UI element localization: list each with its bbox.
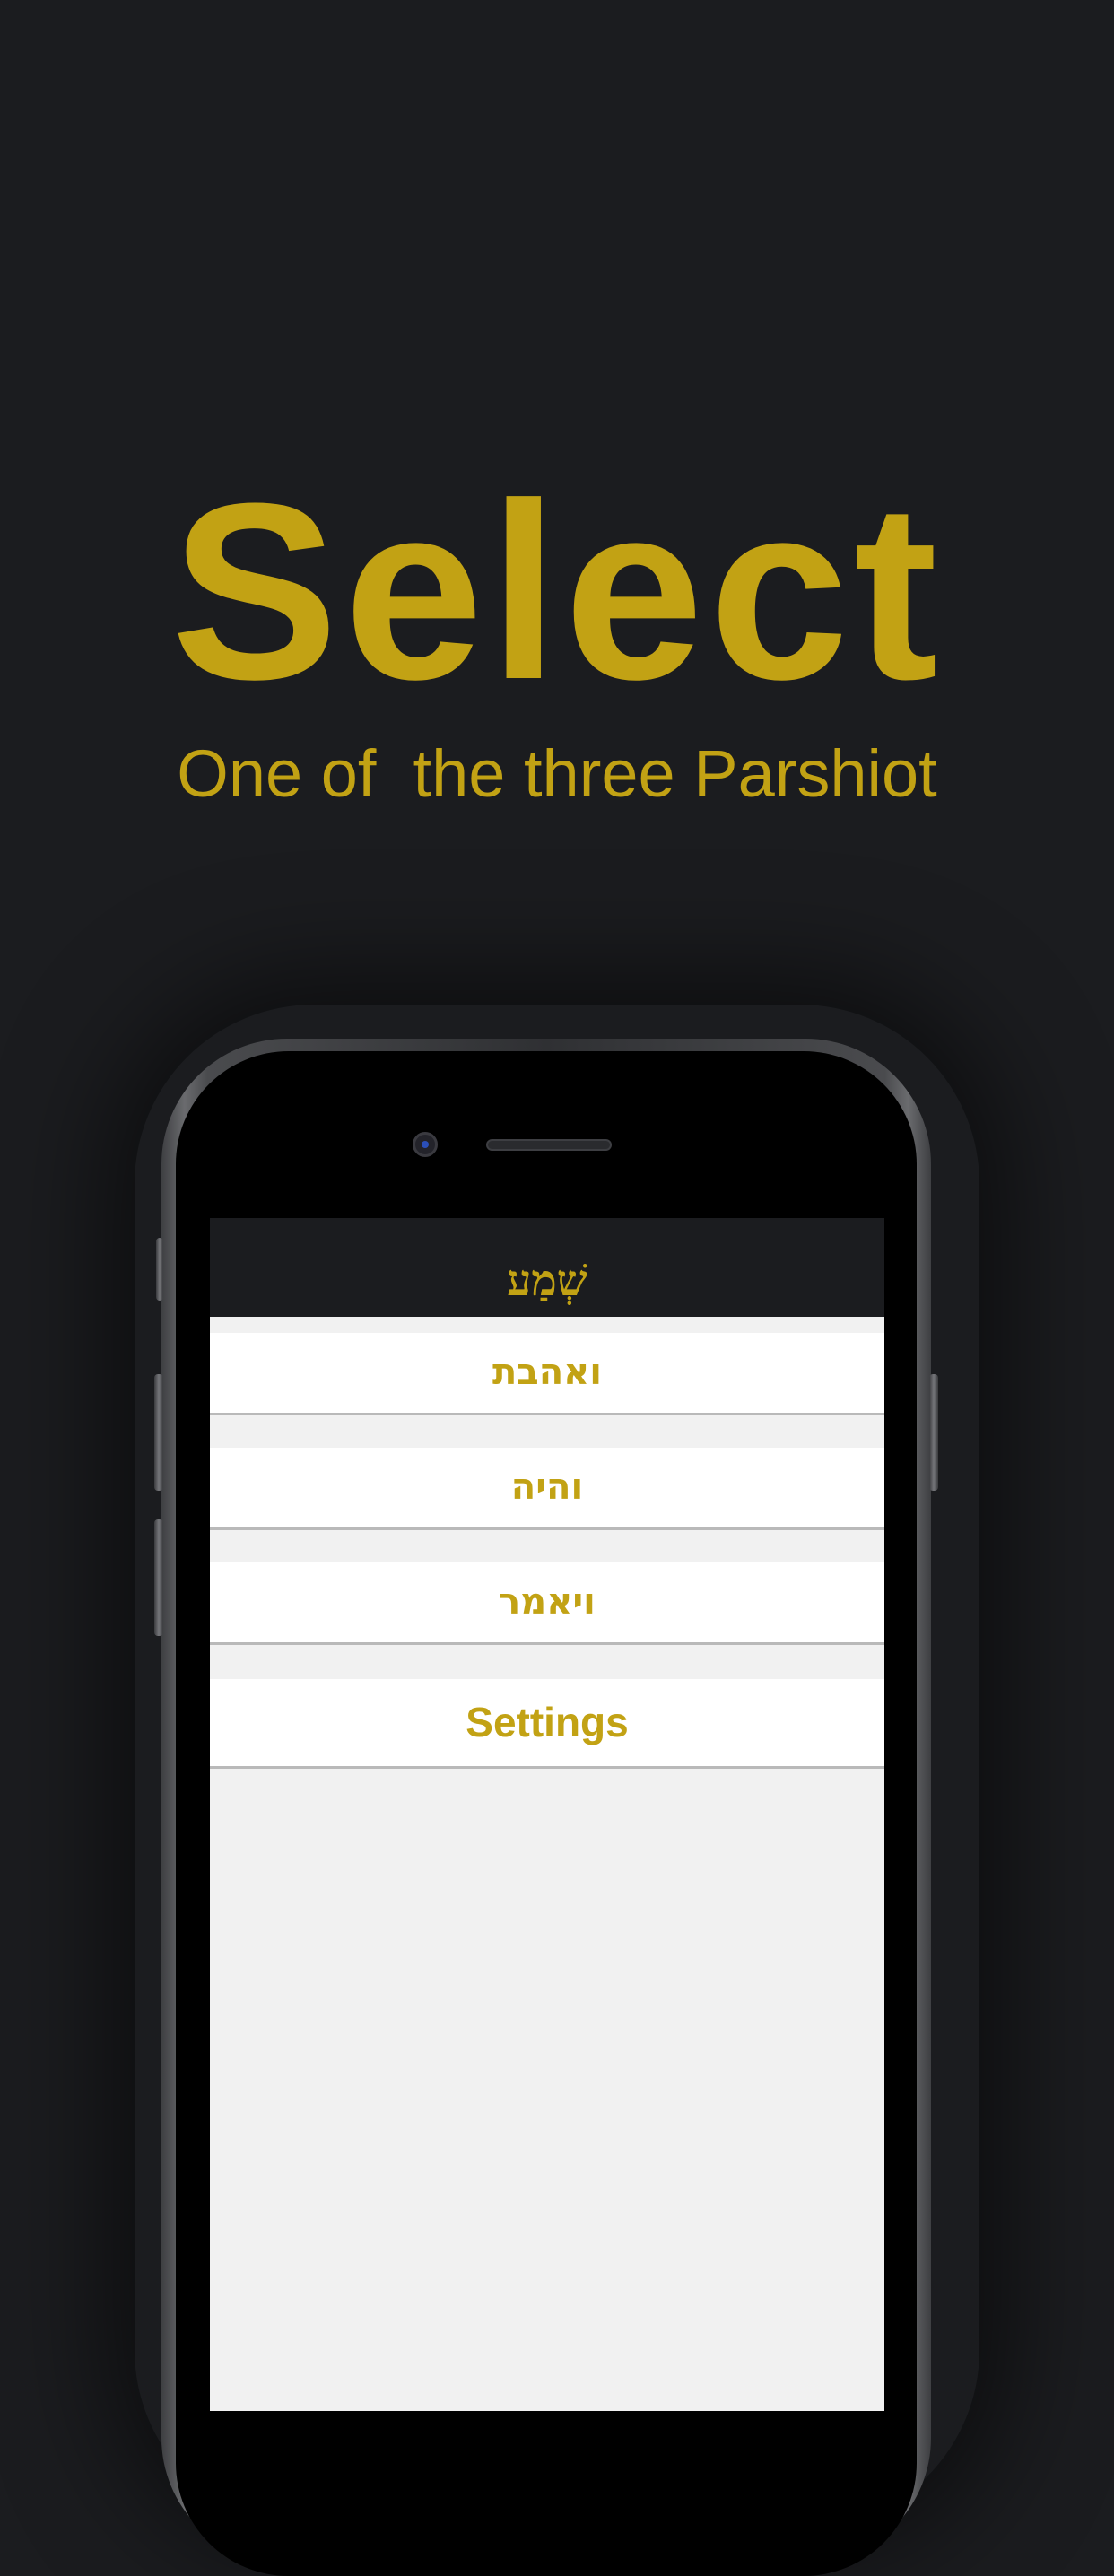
menu-item-vehaya[interactable]: והיה [210,1448,884,1530]
menu-item-vayomer[interactable]: ויאמר [210,1562,884,1645]
promo-headline: Select [170,452,944,732]
promo-subheadline: One of the three Parshiot [177,736,937,811]
menu-item-label: Settings [466,1699,629,1745]
phone-mute-switch [156,1238,163,1301]
phone-volume-up-button [154,1374,163,1491]
front-camera [413,1132,438,1157]
menu-item-veahavta[interactable]: ואהבת [210,1333,884,1415]
menu-item-label: ואהבת [492,1352,603,1393]
navigation-bar: שְׁמַע [210,1218,884,1317]
app-screen: שְׁמַע ואהבת והיה ויאמר Settings [210,1218,884,2411]
menu-item-label: ויאמר [499,1581,596,1623]
menu-item-label: והיה [510,1466,584,1508]
phone-power-button [929,1374,938,1491]
phone-volume-down-button [154,1519,163,1636]
nav-title: שְׁמַע [507,1256,587,1306]
menu-item-settings[interactable]: Settings [210,1679,884,1769]
earpiece-speaker [486,1139,612,1151]
